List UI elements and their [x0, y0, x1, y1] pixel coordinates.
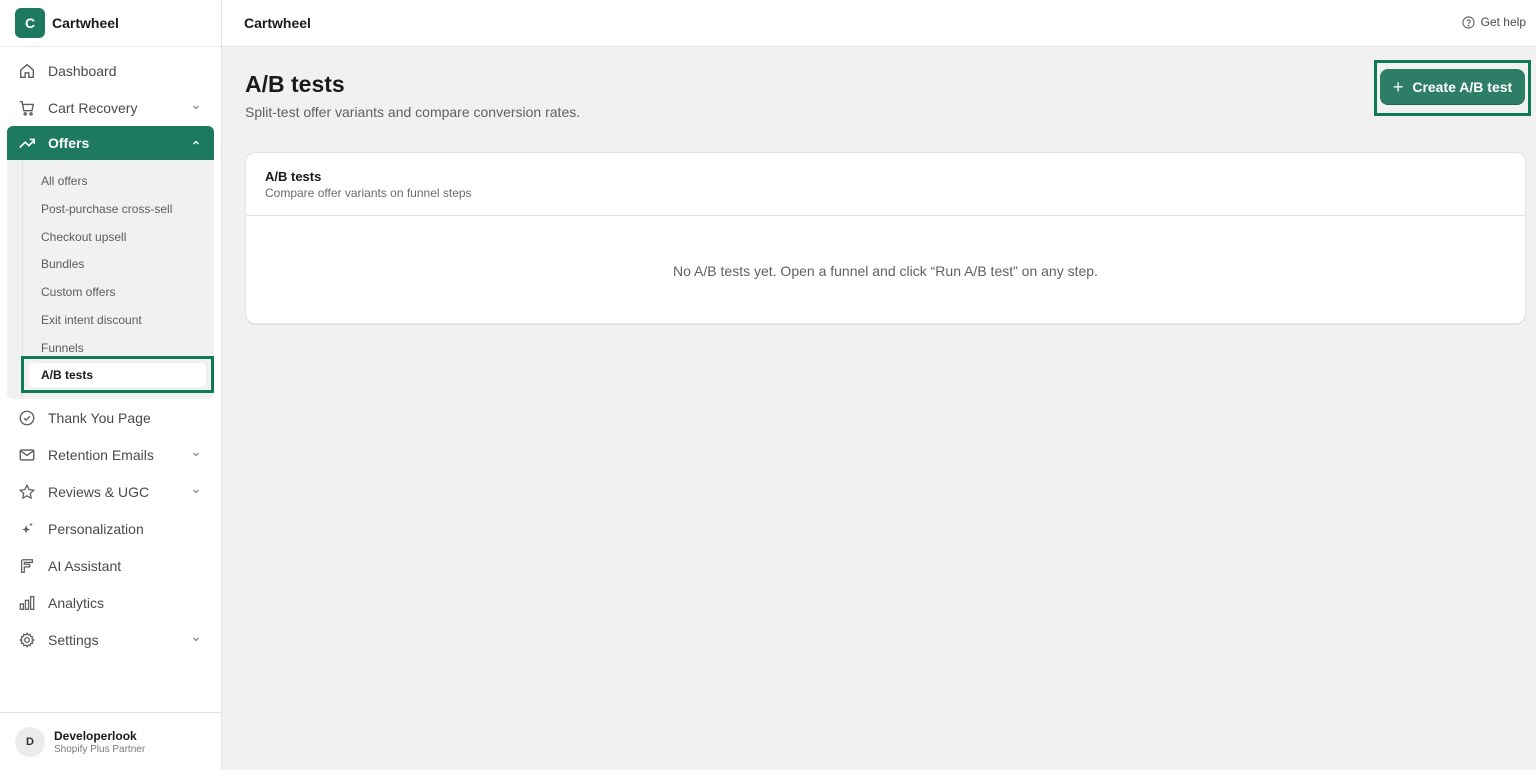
nav-label: Dashboard — [48, 62, 117, 79]
submenu-item-custom-offers[interactable]: Custom offers — [29, 280, 206, 304]
create-button-label: Create A/B test — [1412, 79, 1513, 95]
get-help-label: Get help — [1480, 15, 1526, 29]
empty-state-text: No A/B tests yet. Open a funnel and clic… — [673, 263, 1098, 279]
brand[interactable]: C Cartwheel — [0, 0, 221, 47]
trending-up-icon — [18, 134, 36, 152]
check-circle-icon — [18, 409, 36, 427]
brand-name: Cartwheel — [52, 15, 119, 31]
nav-label: Analytics — [48, 594, 105, 611]
sidebar: C Cartwheel Dashboard Cart Recovery Offe… — [0, 0, 222, 770]
avatar: D — [15, 726, 45, 757]
brand-logo: C — [15, 8, 45, 38]
nav-item-cart-recovery[interactable]: Cart Recovery — [0, 89, 221, 126]
mail-icon — [18, 446, 36, 464]
home-icon — [18, 62, 36, 80]
bar-chart-icon — [18, 594, 36, 612]
get-help-link[interactable]: Get help — [1462, 15, 1526, 29]
chevron-down-icon — [193, 489, 199, 494]
plus-icon: + — [1392, 77, 1404, 97]
nav-label: Settings — [48, 631, 99, 648]
nav-item-settings[interactable]: Settings — [0, 621, 221, 658]
nav-item-offers[interactable]: Offers — [7, 126, 214, 160]
nav-label: AI Assistant — [48, 557, 122, 574]
help-icon — [1462, 15, 1475, 29]
page-title: A/B tests — [245, 71, 345, 97]
star-icon — [18, 483, 36, 501]
chevron-down-icon — [193, 105, 199, 110]
user-role: Shopify Plus Partner — [54, 743, 146, 755]
topbar-title: Cartwheel — [244, 15, 311, 31]
nav-label: Reviews & UGC — [48, 483, 150, 500]
submenu-item-post-purchase[interactable]: Post-purchase cross-sell — [29, 197, 206, 221]
nav-label: Personalization — [48, 520, 144, 537]
nav-item-personalization[interactable]: Personalization — [0, 510, 221, 547]
main-nav: Dashboard Cart Recovery Offers All offer… — [0, 52, 221, 658]
topbar: Cartwheel Get help — [222, 0, 1536, 47]
nav-label: Offers — [48, 135, 90, 151]
ab-tests-card: A/B tests Compare offer variants on funn… — [245, 152, 1526, 324]
page-subtitle: Split-test offer variants and compare co… — [245, 104, 581, 120]
create-button-highlight: + Create A/B test — [1374, 60, 1531, 116]
nav-label: Cart Recovery — [48, 99, 138, 116]
card-subtitle: Compare offer variants on funnel steps — [265, 186, 472, 200]
gear-icon — [18, 631, 36, 649]
user-name: Developerlook — [54, 728, 137, 743]
chevron-down-icon — [193, 637, 199, 642]
sparkle-icon — [18, 520, 36, 538]
nav-item-thank-you[interactable]: Thank You Page — [0, 399, 221, 436]
create-ab-test-button[interactable]: + Create A/B test — [1380, 69, 1525, 105]
submenu-item-all-offers[interactable]: All offers — [29, 169, 206, 193]
card-title: A/B tests — [265, 169, 322, 184]
submenu-item-bundles[interactable]: Bundles — [29, 252, 206, 276]
nav-item-ai-assistant[interactable]: AI Assistant — [0, 547, 221, 584]
card-header: A/B tests Compare offer variants on funn… — [246, 153, 1525, 216]
ai-icon — [18, 557, 36, 575]
chevron-up-icon — [193, 140, 199, 145]
nav-item-reviews[interactable]: Reviews & UGC — [0, 473, 221, 510]
nav-item-retention-emails[interactable]: Retention Emails — [0, 436, 221, 473]
cart-icon — [18, 99, 36, 117]
user-info: Developerlook Shopify Plus Partner — [54, 729, 145, 755]
nav-item-analytics[interactable]: Analytics — [0, 584, 221, 621]
submenu-item-ab-tests[interactable]: A/B tests — [29, 363, 206, 387]
offers-submenu: All offers Post-purchase cross-sell Chec… — [7, 160, 214, 399]
nav-label: Retention Emails — [48, 446, 154, 463]
nav-label: Thank You Page — [48, 409, 151, 426]
submenu-item-checkout-upsell[interactable]: Checkout upsell — [29, 225, 206, 249]
submenu-item-exit-intent[interactable]: Exit intent discount — [29, 308, 206, 332]
chevron-down-icon — [193, 452, 199, 457]
nav-item-dashboard[interactable]: Dashboard — [0, 52, 221, 89]
user-profile[interactable]: D Developerlook Shopify Plus Partner — [0, 712, 221, 770]
